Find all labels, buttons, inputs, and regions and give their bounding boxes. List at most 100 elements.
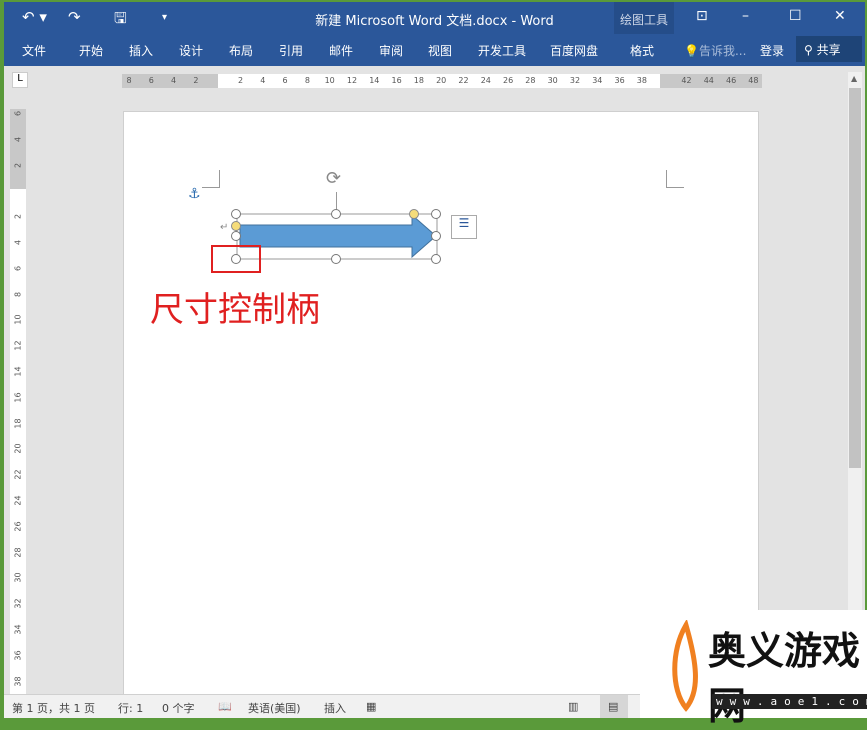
ruler-tick: 34 <box>13 624 23 635</box>
resize-handle[interactable] <box>431 254 441 264</box>
ruler-tick: 2 <box>193 76 199 85</box>
share-label: 共享 <box>816 43 841 57</box>
tab-references[interactable]: 引用 <box>279 42 303 59</box>
close-icon[interactable]: ✕ <box>834 8 846 24</box>
ruler-tick: 46 <box>726 76 737 85</box>
watermark: 奥义游戏网 www.aoe1.com <box>640 610 867 728</box>
ruler-tick: 38 <box>13 676 23 687</box>
ruler-tick: 4 <box>171 76 177 85</box>
ruler-tick: 16 <box>391 76 402 85</box>
ruler-tick: 20 <box>13 443 23 454</box>
ruler-tick: 20 <box>436 76 447 85</box>
tab-baidu-netdisk[interactable]: 百度网盘 <box>550 42 598 59</box>
tab-view[interactable]: 视图 <box>428 42 452 59</box>
window-title: 新建 Microsoft Word 文档.docx - Word <box>315 14 554 29</box>
ruler-tick: 36 <box>13 650 23 661</box>
ruler-tick: 22 <box>13 469 23 480</box>
tab-layout[interactable]: 布局 <box>229 42 253 59</box>
language[interactable]: 英语(美国) <box>248 700 301 716</box>
ruler-tick: 8 <box>126 76 132 85</box>
ruler-tick: 24 <box>480 76 491 85</box>
resize-handle[interactable] <box>331 209 341 219</box>
ruler-tick: 16 <box>13 392 23 403</box>
rotate-handle-icon[interactable]: ⟳ <box>326 168 341 189</box>
proofing-icon[interactable]: 📖 <box>218 700 232 713</box>
resize-handle[interactable] <box>231 209 241 219</box>
line-number: 行: 1 <box>118 702 144 715</box>
ruler-tick: 26 <box>503 76 514 85</box>
title-bar: ↶ ▾ ↷ 🖫 ▾ 新建 Microsoft Word 文档.docx - Wo… <box>4 2 865 34</box>
ruler-tick: 36 <box>614 76 625 85</box>
ruler-tick: 48 <box>748 76 759 85</box>
tab-design[interactable]: 设计 <box>179 42 203 59</box>
watermark-url: www.aoe1.com <box>712 694 867 709</box>
tell-me-box[interactable]: 💡告诉我... <box>684 42 746 59</box>
ruler-tick: 42 <box>681 76 692 85</box>
tab-insert[interactable]: 插入 <box>129 42 153 59</box>
macro-icon[interactable]: ▦ <box>366 700 376 713</box>
highlight-box <box>211 245 261 273</box>
ruler-tick: 30 <box>547 76 558 85</box>
ruler-tick: 14 <box>369 76 380 85</box>
ruler-tick: 32 <box>13 598 23 609</box>
vertical-ruler[interactable]: 6 4 2 2 4 6 8 10 12 14 16 18 20 22 24 26 28 30 32 34 36 38 <box>10 109 26 694</box>
adjust-handle[interactable] <box>231 221 241 231</box>
tell-me-text: 告诉我... <box>698 44 747 58</box>
ruler-tick: 6 <box>13 265 23 271</box>
tab-mailings[interactable]: 邮件 <box>329 42 353 59</box>
maximize-icon[interactable]: ☐ <box>789 8 802 24</box>
drawing-tools-label: 绘图工具 <box>619 13 668 27</box>
page-count[interactable]: 第 1 页，共 1 页 <box>12 700 95 716</box>
horizontal-ruler[interactable]: 8 6 4 2 2 4 6 8 10 12 14 16 18 20 22 24 26 28 30 32 34 36 38 42… <box>122 74 762 88</box>
tab-selector[interactable]: L <box>12 72 28 88</box>
ruler-tick: 12 <box>13 340 23 351</box>
tab-format[interactable]: 格式 <box>630 42 654 59</box>
ruler-tick: 34 <box>592 76 603 85</box>
resize-handle[interactable] <box>431 209 441 219</box>
ruler-tick: 8 <box>304 76 310 85</box>
ruler-tick: 24 <box>13 495 23 506</box>
login-link[interactable]: 登录 <box>760 42 784 59</box>
ruler-tick: 6 <box>13 110 23 117</box>
ruler-tick: 26 <box>13 521 23 532</box>
insert-mode[interactable]: 插入 <box>324 700 346 716</box>
ruler-tick: 4 <box>13 136 23 142</box>
resize-handle[interactable] <box>231 231 241 241</box>
ribbon-display-icon[interactable]: ⊡ <box>696 8 708 24</box>
annotation-label: 尺寸控制柄 <box>150 290 320 330</box>
ribbon-tabs: 文件 开始 插入 设计 布局 引用 邮件 审阅 视图 开发工具 百度网盘 格式 … <box>4 34 865 66</box>
ruler-tick: 6 <box>282 76 288 85</box>
tab-developer[interactable]: 开发工具 <box>478 42 526 59</box>
vertical-scrollbar[interactable]: ▲ <box>848 72 862 694</box>
scroll-thumb[interactable] <box>849 88 861 468</box>
anchor-icon: ⚓ <box>188 186 201 202</box>
tab-file[interactable]: 文件 <box>22 42 46 59</box>
resize-handle[interactable] <box>431 231 441 241</box>
ruler-tick: 30 <box>13 572 23 583</box>
ruler-tick: 2 <box>237 76 244 85</box>
ruler-tick: 10 <box>324 76 335 85</box>
ruler-tick: 8 <box>13 291 23 297</box>
adjust-handle[interactable] <box>409 209 419 219</box>
ruler-tick: 4 <box>260 76 266 85</box>
ruler-tick: 44 <box>703 76 714 85</box>
ruler-tick: 10 <box>13 314 23 325</box>
print-layout-icon[interactable]: ▤ <box>600 695 628 718</box>
read-mode-icon[interactable]: ▥ <box>568 700 578 713</box>
tab-home[interactable]: 开始 <box>79 42 103 59</box>
layout-options-icon[interactable]: ☰ <box>451 215 477 239</box>
tab-review[interactable]: 审阅 <box>379 42 403 59</box>
ruler-tick: 2 <box>13 162 23 168</box>
resize-handle[interactable] <box>331 254 341 264</box>
lightbulb-icon: 💡 <box>684 44 699 58</box>
ruler-tick: 4 <box>13 239 23 246</box>
share-button[interactable]: ⚲ 共享 <box>796 36 862 62</box>
ruler-tick: 28 <box>525 76 536 85</box>
word-count[interactable]: 0 个字 <box>162 700 195 716</box>
ruler-area: L 8 6 4 2 2 4 6 8 10 12 14 16 18 20 22 24 26 28 30 32 34 36 38… <box>4 66 865 94</box>
ruler-tick: 18 <box>413 76 424 85</box>
person-icon: ⚲ <box>804 43 813 57</box>
minimize-icon[interactable]: – <box>742 8 749 24</box>
ruler-tick: 18 <box>13 418 23 429</box>
ruler-tick: 6 <box>148 76 154 85</box>
